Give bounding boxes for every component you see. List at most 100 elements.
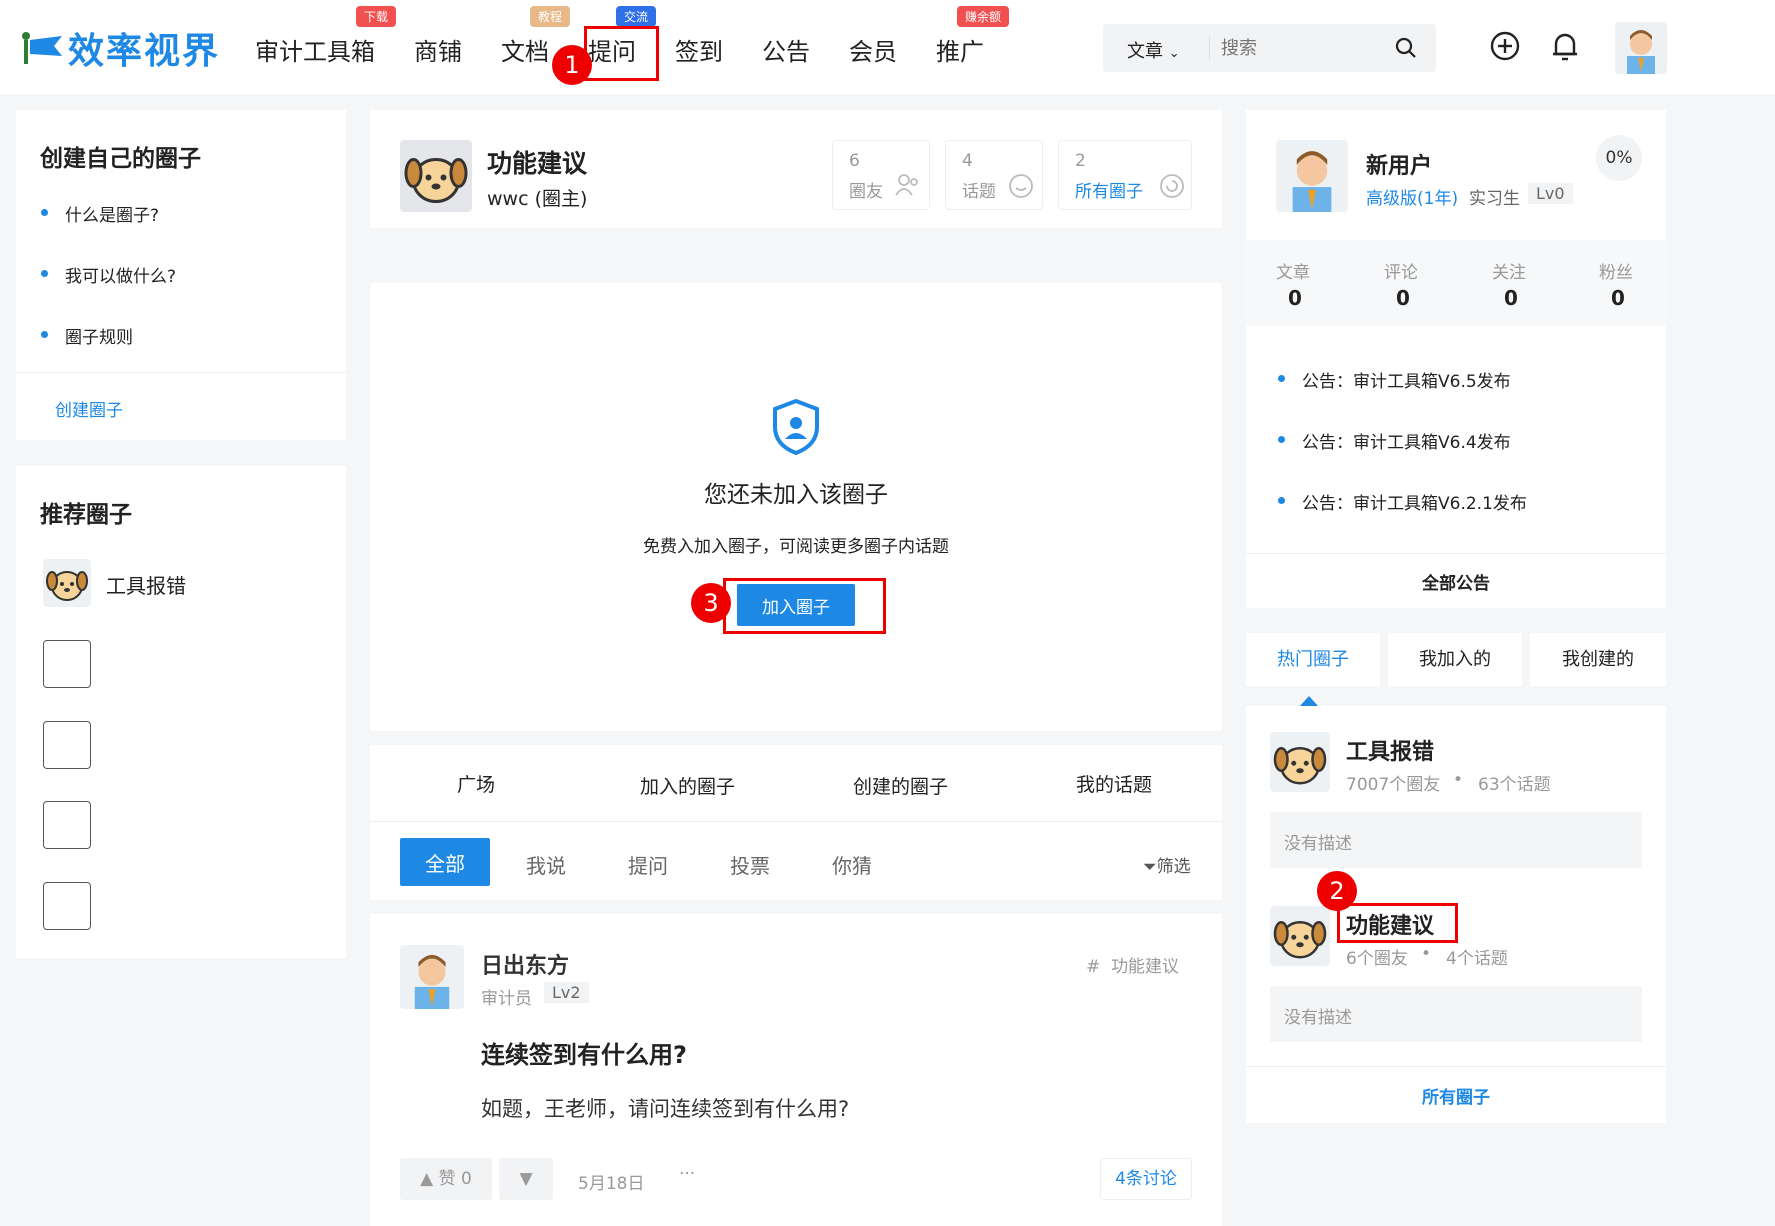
nav-badge-download: 下载: [356, 6, 397, 27]
stat-topics-num: 4: [962, 151, 973, 171]
help-what-is-circle[interactable]: 什么是圈子?: [40, 201, 159, 226]
logo-text: 效率视界: [68, 31, 221, 72]
dislike-button[interactable]: ▼: [499, 1158, 553, 1200]
divider: [370, 821, 1222, 822]
add-circle-icon[interactable]: [1490, 31, 1520, 61]
meta-dot: •: [1453, 770, 1464, 790]
filter-guess[interactable]: 你猜: [832, 850, 872, 879]
tab-created-circles[interactable]: 创建的圈子: [853, 772, 948, 799]
logo-flag-icon: [22, 32, 62, 64]
circle-avatar: [400, 140, 472, 212]
tab-my-created[interactable]: 我创建的: [1530, 633, 1666, 686]
recommend-placeholder-4[interactable]: [43, 882, 91, 930]
all-circles-link[interactable]: 所有圈子: [1246, 1083, 1666, 1108]
nav-checkin[interactable]: 签到: [675, 32, 723, 67]
create-circle-link[interactable]: 创建圈子: [55, 396, 123, 421]
tab-joined-circles[interactable]: 加入的圈子: [640, 772, 735, 799]
nav-audit-toolbox[interactable]: 审计工具箱: [255, 32, 375, 67]
tab-pointer: [1300, 696, 1318, 706]
users-icon: [895, 174, 918, 196]
circle-header-card: 功能建议 wwc (圈主) 6 圈友 4 话题 2 所有圈子: [370, 110, 1222, 228]
hot-circle-avatar-1[interactable]: [1270, 732, 1330, 792]
post-tag-label: 功能建议: [1111, 957, 1180, 977]
chevron-down-icon: ⌄: [1168, 46, 1180, 61]
top-header: 效率视界 审计工具箱 下载 商铺 文档 教程 提问 交流 签到 公告 会员 推广…: [0, 0, 1775, 94]
notice-item-2[interactable]: 公告：审计工具箱V6.4发布: [1278, 428, 1511, 453]
search-category-label: 文章: [1127, 41, 1163, 62]
search-category-select[interactable]: 文章 ⌄: [1127, 37, 1180, 63]
notice-item-1[interactable]: 公告：审计工具箱V6.5发布: [1278, 367, 1511, 392]
stat-all-circles[interactable]: 2 所有圈子: [1058, 140, 1192, 210]
join-circle-card: 您还未加入该圈子 免费入加入圈子，可阅读更多圈子内话题 加入圈子: [370, 283, 1222, 731]
post-tag[interactable]: # 功能建议: [1086, 952, 1179, 977]
dog-icon: [1273, 921, 1327, 959]
tab-hot-circles[interactable]: 热门圈子: [1246, 633, 1380, 686]
like-button[interactable]: ▲ 赞 0: [400, 1158, 492, 1200]
hot-circle-desc-2: 没有描述: [1284, 1008, 1352, 1028]
filter-all[interactable]: 全部: [400, 838, 490, 886]
filter-vote[interactable]: 投票: [730, 850, 770, 879]
tab-plaza[interactable]: 广场: [457, 770, 495, 797]
recommend-circle-name[interactable]: 工具报错: [106, 570, 186, 599]
highlight-box-feature-circle: [1337, 903, 1458, 943]
tab-my-topics[interactable]: 我的话题: [1076, 770, 1152, 797]
post-author-level: Lv2: [544, 982, 589, 1003]
nav-announcements[interactable]: 公告: [762, 32, 810, 67]
nav-membership[interactable]: 会员: [849, 32, 897, 67]
user-avatar-icon: [1627, 30, 1655, 74]
post-title[interactable]: 连续签到有什么用?: [481, 1035, 687, 1070]
tab-my-joined[interactable]: 我加入的: [1388, 633, 1522, 686]
circle-owner[interactable]: wwc (圈主): [487, 184, 587, 211]
hot-circle-name-1[interactable]: 工具报错: [1346, 734, 1434, 766]
notice-item-3[interactable]: 公告：审计工具箱V6.2.1发布: [1278, 489, 1527, 514]
stat-topics-label: 话题: [962, 182, 996, 202]
recommend-placeholder-3[interactable]: [43, 801, 91, 849]
help-circle-rules[interactable]: 圈子规则: [41, 323, 133, 348]
discuss-button[interactable]: 4条讨论: [1100, 1158, 1192, 1200]
post-card: 日出东方 审计员 Lv2 # 功能建议 连续签到有什么用? 如题，王老师，请问连…: [370, 914, 1222, 1226]
recommend-placeholder-2[interactable]: [43, 721, 91, 769]
recommend-circle-title: 推荐圈子: [40, 502, 132, 528]
circle-avatar-tool-error[interactable]: [43, 559, 91, 607]
stat-members[interactable]: 6 圈友: [832, 140, 930, 210]
search-input[interactable]: [1221, 32, 1371, 64]
hot-circle-desc-1: 没有描述: [1284, 834, 1352, 854]
stat-articles-label: 文章: [1276, 263, 1310, 283]
filter-ask[interactable]: 提问: [628, 850, 668, 879]
post-author-role: 审计员: [481, 989, 532, 1009]
nav-docs[interactable]: 文档: [501, 32, 549, 67]
hot-circle-avatar-2[interactable]: [1270, 906, 1330, 966]
user-card-avatar[interactable]: [1276, 140, 1348, 212]
post-author-name[interactable]: 日出东方: [481, 948, 569, 980]
search-divider: [1209, 36, 1210, 60]
nav-promote[interactable]: 推广: [936, 32, 984, 67]
recommend-placeholder-1[interactable]: [43, 640, 91, 688]
user-avatar[interactable]: [1615, 22, 1667, 74]
filter-say[interactable]: 我说: [526, 850, 566, 879]
user-name[interactable]: 新用户: [1366, 148, 1432, 180]
hot-circle-desc-box-1: 没有描述: [1270, 812, 1642, 868]
stat-topics[interactable]: 4 话题: [945, 140, 1043, 210]
post-author-avatar[interactable]: [400, 945, 464, 1009]
circle-refresh-icon: [1160, 174, 1184, 198]
user-level: Lv0: [1528, 183, 1573, 204]
post-more-button[interactable]: ···: [679, 1164, 695, 1184]
user-vip[interactable]: 高级版(1年): [1366, 184, 1458, 209]
search-icon[interactable]: [1395, 37, 1417, 59]
stat-comments-value: 0: [1396, 286, 1410, 310]
stat-members-label: 圈友: [849, 182, 883, 202]
stat-comments-label: 评论: [1384, 263, 1418, 283]
hot-circle-topics-1: 63个话题: [1478, 775, 1551, 795]
feed-tabs-card: 广场 加入的圈子 创建的圈子 我的话题: [370, 745, 1222, 900]
post-date: 5月18日: [578, 1174, 645, 1194]
bell-icon[interactable]: [1550, 30, 1580, 62]
nav-shop[interactable]: 商铺: [414, 32, 462, 67]
all-notices-link[interactable]: 全部公告: [1246, 569, 1666, 594]
site-logo[interactable]: 效率视界: [18, 22, 220, 74]
stat-fans-value: 0: [1611, 286, 1625, 310]
filter-button[interactable]: ⏷筛选: [1143, 852, 1191, 877]
hot-circle-topics-2: 4个话题: [1446, 949, 1508, 969]
filter-button-label: 筛选: [1156, 857, 1191, 877]
stat-members-num: 6: [849, 151, 860, 171]
help-what-can-i-do[interactable]: 我可以做什么?: [40, 262, 176, 287]
